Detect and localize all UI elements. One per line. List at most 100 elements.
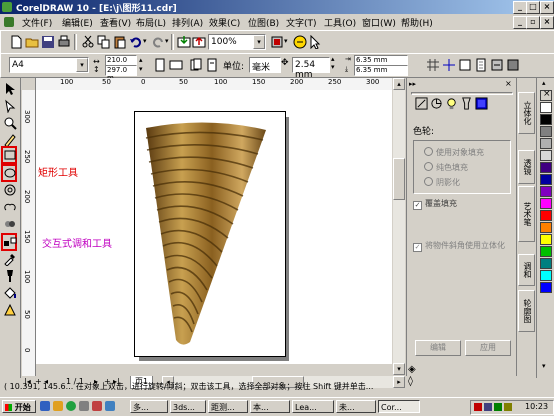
quicklaunch-app-icon[interactable] — [105, 401, 115, 411]
tray-icon[interactable] — [474, 403, 482, 411]
basic-shapes-tool-icon[interactable] — [3, 200, 17, 214]
palette-swatch[interactable] — [540, 222, 552, 233]
docker-collapse-icon[interactable]: ▸▸ — [409, 80, 416, 88]
doc-minimize-button[interactable]: _ — [513, 16, 527, 29]
palette-swatch[interactable] — [540, 282, 552, 293]
paper-size-select[interactable]: A4 ▾ — [9, 57, 89, 73]
menu-window[interactable]: 窗口(W) — [362, 16, 396, 29]
palette-swatch[interactable] — [540, 258, 552, 269]
snap-to-guides-icon[interactable] — [442, 58, 456, 72]
menu-file[interactable]: 文件(F) — [22, 16, 52, 29]
extrude-bevel-icon[interactable] — [475, 97, 488, 110]
nudge-spin-up-icon[interactable]: ▴ — [331, 55, 335, 63]
export-icon[interactable] — [192, 35, 206, 49]
apply-button[interactable]: 应用 — [465, 340, 511, 356]
edit-button[interactable]: 编辑 — [415, 340, 461, 356]
minimize-button[interactable]: _ — [513, 1, 527, 14]
zoom-level-field[interactable]: 100% ▾ — [208, 34, 266, 50]
palette-swatch[interactable] — [540, 246, 552, 257]
scroll-down-icon[interactable]: ▾ — [393, 363, 405, 375]
taskbar-item[interactable]: Lea... — [292, 400, 334, 413]
nudge-spin-down-icon[interactable]: ▾ — [331, 63, 335, 71]
docker-close-icon[interactable]: × — [505, 79, 512, 88]
text-tool-icon[interactable] — [3, 217, 17, 231]
taskbar-item[interactable]: 3ds... — [170, 400, 206, 413]
pick-tool-icon[interactable] — [3, 82, 17, 96]
doc-restore-button[interactable]: ▫ — [526, 16, 540, 29]
taskbar-item[interactable]: 距测... — [208, 400, 248, 413]
undo-icon[interactable] — [129, 35, 143, 49]
tab-artistic-media[interactable]: 艺术笔 — [518, 186, 535, 242]
blended-cone-drawing[interactable] — [142, 120, 272, 350]
ellipse-tool-icon[interactable] — [3, 166, 17, 180]
palette-swatch[interactable] — [540, 150, 552, 161]
palette-swatch[interactable] — [540, 162, 552, 173]
taskbar-item[interactable]: 本... — [250, 400, 290, 413]
start-button[interactable]: 开始 — [2, 400, 36, 413]
menu-help[interactable]: 帮助(H) — [401, 16, 433, 29]
snap-to-objects-icon[interactable] — [458, 58, 472, 72]
treat-as-filled-icon[interactable] — [506, 58, 520, 72]
new-file-icon[interactable] — [9, 35, 23, 49]
no-color-swatch[interactable]: × — [540, 89, 552, 101]
menu-edit[interactable]: 编辑(E) — [62, 16, 93, 29]
extrude-color-icon[interactable] — [460, 97, 473, 110]
palette-swatch[interactable] — [540, 270, 552, 281]
all-pages-icon[interactable] — [189, 58, 203, 72]
tab-extrude[interactable]: 立体化 — [518, 92, 535, 134]
maximize-button[interactable]: □ — [526, 1, 540, 14]
outline-tool-icon[interactable] — [3, 269, 17, 283]
unit-select[interactable]: 毫米 — [249, 57, 281, 73]
snap-to-grid-icon[interactable] — [426, 58, 440, 72]
import-icon[interactable] — [177, 35, 191, 49]
tray-icon[interactable] — [504, 403, 512, 411]
duplicate-y-field[interactable]: 6.35 mm — [354, 65, 408, 76]
paste-icon[interactable] — [113, 35, 127, 49]
tray-icon[interactable] — [484, 403, 492, 411]
quicklaunch-app-icon[interactable] — [92, 401, 102, 411]
menu-bitmaps[interactable]: 位图(B) — [248, 16, 279, 29]
save-icon[interactable] — [41, 35, 55, 49]
redo-dropdown-icon[interactable]: ▾ — [165, 37, 169, 45]
palette-swatch[interactable] — [540, 186, 552, 197]
palette-swatch[interactable] — [540, 102, 552, 113]
zoom-dropdown-icon[interactable]: ▾ — [253, 35, 265, 49]
extrude-light-icon[interactable] — [445, 97, 458, 110]
palette-swatch[interactable] — [540, 234, 552, 245]
extrude-camera-icon[interactable] — [415, 97, 428, 110]
rectangle-tool-icon[interactable] — [3, 148, 17, 162]
palette-swatch[interactable] — [540, 174, 552, 185]
tray-icon[interactable] — [494, 403, 502, 411]
height-spin-icon[interactable]: ▾ — [139, 65, 143, 73]
overlay-fill-checkbox[interactable]: ✓ 覆盖填充 — [413, 198, 457, 210]
nudge-field[interactable]: 2.54 mm — [292, 57, 330, 80]
doc-close-button[interactable]: × — [540, 16, 554, 29]
solid-fill-option[interactable]: 纯色填充 — [424, 162, 468, 173]
taskbar-item[interactable]: 未... — [336, 400, 376, 413]
fill-tool-icon[interactable] — [3, 286, 17, 300]
quicklaunch-ie-icon[interactable] — [40, 401, 50, 411]
landscape-icon[interactable] — [169, 58, 183, 72]
interactive-fill-tool-icon[interactable] — [3, 303, 17, 317]
shape-tool-icon[interactable] — [3, 99, 17, 113]
tab-blend[interactable]: 调和 — [518, 254, 535, 286]
polygon-tool-icon[interactable] — [3, 183, 17, 197]
undo-dropdown-icon[interactable]: ▾ — [143, 37, 147, 45]
portrait-icon[interactable] — [153, 58, 167, 72]
open-folder-icon[interactable] — [25, 35, 39, 49]
use-object-fill-option[interactable]: 使用对象填充 — [424, 147, 484, 158]
tab-lens[interactable]: 透镜 — [518, 150, 535, 184]
menu-text[interactable]: 文字(T) — [286, 16, 317, 29]
close-button[interactable]: × — [540, 1, 554, 14]
palette-swatch[interactable] — [540, 198, 552, 209]
menu-layout[interactable]: 布局(L) — [136, 16, 166, 29]
application-launcher-icon[interactable] — [270, 35, 284, 49]
taskbar-item-active[interactable]: Cor... — [378, 400, 420, 413]
tab-contour[interactable]: 轮廓图 — [518, 290, 535, 332]
palette-scroll-down-icon[interactable]: ▾ — [542, 362, 546, 370]
palette-swatch[interactable] — [540, 114, 552, 125]
vertical-ruler[interactable]: 300 250 200 150 100 50 0 — [22, 90, 36, 380]
vertical-scrollbar[interactable]: ▴ ▾ — [393, 78, 405, 375]
freehand-tool-icon[interactable] — [3, 133, 17, 147]
cut-icon[interactable] — [81, 35, 95, 49]
